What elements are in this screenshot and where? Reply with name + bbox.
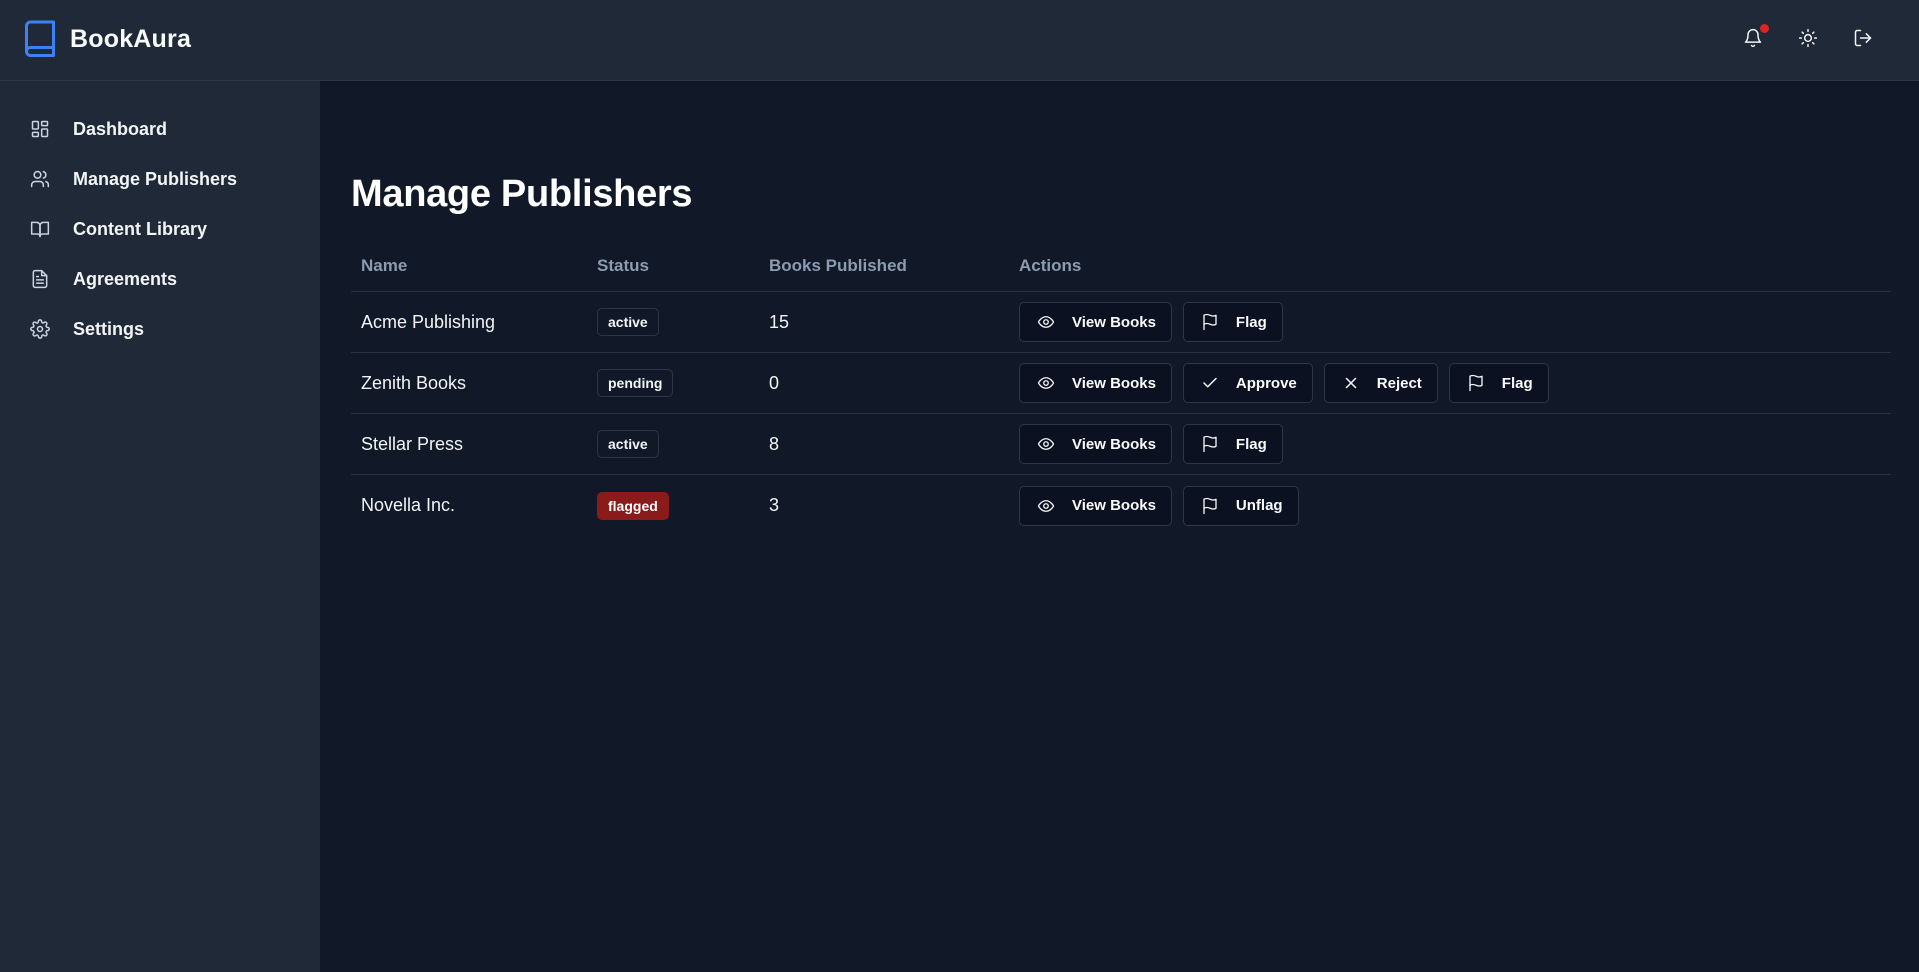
- button-label: Unflag: [1235, 497, 1283, 514]
- close-icon: [1341, 373, 1361, 393]
- sidebar-item-label: Content Library: [73, 218, 208, 239]
- reject-button[interactable]: Reject: [1323, 363, 1438, 403]
- page-title: Manage Publishers: [351, 173, 693, 215]
- sidebar-item-content-library[interactable]: Content Library: [28, 211, 207, 247]
- button-label: View Books: [1072, 374, 1156, 392]
- button-label: View Books: [1072, 313, 1156, 331]
- sidebar: Dashboard Manage Publishers Content Libr…: [0, 81, 320, 972]
- table-row: Stellar Press active 8 View Books Flag: [351, 414, 1891, 475]
- sidebar-item-dashboard[interactable]: Dashboard: [28, 111, 167, 147]
- flag-icon: [1466, 373, 1486, 393]
- eye-icon: [1036, 312, 1056, 332]
- logout-button[interactable]: [1851, 22, 1875, 58]
- publisher-name: Stellar Press: [361, 433, 464, 454]
- books-published-count: 15: [769, 311, 790, 332]
- sidebar-item-label: Dashboard: [73, 118, 168, 139]
- column-header-status[interactable]: Status: [597, 256, 769, 276]
- app-name: BookAura: [70, 24, 192, 53]
- theme-toggle-button[interactable]: [1796, 22, 1820, 58]
- button-label: View Books: [1072, 435, 1156, 453]
- brand[interactable]: BookAura: [24, 20, 191, 58]
- status-badge: flagged: [597, 491, 669, 520]
- view-books-button[interactable]: View Books: [1019, 302, 1172, 342]
- table-row: Acme Publishing active 15 View Books Fla…: [351, 292, 1891, 353]
- grid-icon: [28, 117, 52, 141]
- gear-icon: [28, 317, 52, 341]
- sidebar-item-agreements[interactable]: Agreements: [28, 261, 177, 297]
- flag-button[interactable]: Flag: [1182, 302, 1283, 342]
- flag-icon: [1200, 496, 1220, 516]
- sun-icon: [1798, 28, 1818, 53]
- notifications-button[interactable]: [1741, 22, 1769, 58]
- sidebar-item-label: Manage Publishers: [73, 168, 238, 189]
- status-badge: active: [597, 430, 659, 458]
- button-label: Approve: [1235, 374, 1297, 392]
- table-row: Novella Inc. flagged 3 View Books Unflag: [351, 475, 1891, 536]
- table-row: Zenith Books pending 0 View Books Approv…: [351, 353, 1891, 414]
- file-text-icon: [28, 267, 52, 291]
- notification-dot: [1760, 24, 1769, 33]
- book-open-icon: [28, 217, 52, 241]
- view-books-button[interactable]: View Books: [1019, 424, 1172, 464]
- view-books-button[interactable]: View Books: [1019, 363, 1172, 403]
- button-label: Flag: [1235, 435, 1267, 453]
- publisher-name: Novella Inc.: [361, 495, 456, 515]
- button-label: Flag: [1501, 374, 1533, 392]
- button-label: Flag: [1235, 313, 1267, 331]
- flag-button[interactable]: Flag: [1182, 424, 1283, 464]
- book-logo-icon: [24, 20, 56, 58]
- button-label: View Books: [1072, 497, 1156, 514]
- button-label: Reject: [1376, 374, 1422, 392]
- unflag-button[interactable]: Unflag: [1182, 485, 1299, 526]
- view-books-button[interactable]: View Books: [1019, 485, 1172, 526]
- main-content: Manage Publishers Name Status Books Publ…: [320, 81, 1919, 972]
- status-badge: pending: [597, 369, 674, 397]
- books-published-count: 8: [769, 433, 780, 454]
- column-header-books-published[interactable]: Books Published: [769, 256, 1019, 276]
- column-header-name[interactable]: Name: [351, 256, 597, 276]
- sidebar-item-label: Agreements: [73, 268, 178, 289]
- publisher-name: Acme Publishing: [361, 311, 496, 332]
- sidebar-item-manage-publishers[interactable]: Manage Publishers: [28, 161, 237, 197]
- table-header: Name Status Books Published Actions: [351, 241, 1891, 292]
- flag-button[interactable]: Flag: [1448, 363, 1549, 403]
- status-badge: active: [597, 308, 659, 336]
- approve-button[interactable]: Approve: [1182, 363, 1313, 403]
- users-icon: [28, 167, 52, 191]
- sidebar-item-label: Settings: [73, 318, 145, 339]
- publishers-table: Name Status Books Published Actions Acme…: [351, 241, 1891, 536]
- logout-icon: [1853, 28, 1873, 53]
- flag-icon: [1200, 312, 1220, 332]
- eye-icon: [1036, 373, 1056, 393]
- sidebar-item-settings[interactable]: Settings: [28, 311, 144, 347]
- books-published-count: 0: [769, 372, 780, 393]
- column-header-actions: Actions: [1019, 256, 1082, 275]
- check-icon: [1200, 373, 1220, 393]
- books-published-count: 3: [769, 495, 780, 515]
- top-bar: BookAura: [0, 0, 1919, 81]
- flag-icon: [1200, 434, 1220, 454]
- publisher-name: Zenith Books: [361, 372, 467, 393]
- eye-icon: [1036, 496, 1056, 516]
- eye-icon: [1036, 434, 1056, 454]
